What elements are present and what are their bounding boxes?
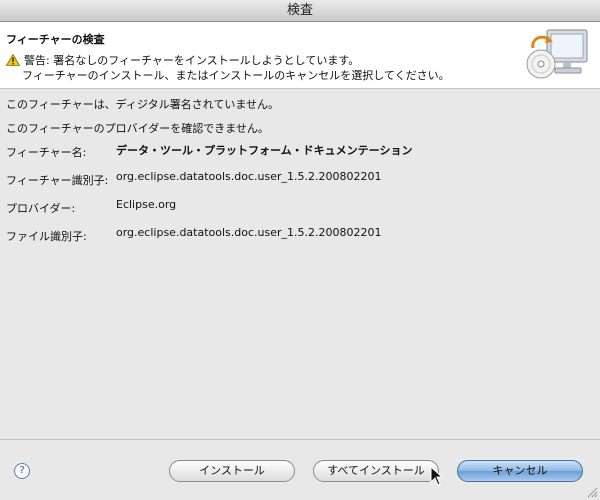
warning-icon: [6, 54, 20, 66]
file-id-value: org.eclipse.datatools.doc.user_1.5.2.200…: [116, 226, 382, 239]
feature-id-value: org.eclipse.datatools.doc.user_1.5.2.200…: [116, 170, 382, 183]
feature-name-value: データ・ツール・プラットフォーム・ドキュメンテーション: [116, 144, 413, 157]
footer-divider: [0, 439, 600, 440]
warning-line-2: フィーチャーのインストール、またはインストールのキャンセルを選択してください。: [22, 69, 450, 82]
header-title: フィーチャーの検査: [6, 33, 105, 46]
cancel-button[interactable]: キャンセル: [457, 460, 583, 482]
install-button[interactable]: インストール: [169, 460, 295, 482]
help-button[interactable]: ?: [14, 463, 30, 479]
resize-grip-icon[interactable]: [586, 486, 598, 498]
install-all-button[interactable]: すべてインストール: [313, 460, 439, 482]
unsigned-message: このフィーチャーは、ディジタル署名されていません。: [6, 98, 280, 111]
mouse-pointer-icon: [430, 466, 444, 486]
computer-install-icon: [526, 29, 588, 79]
window-title: 検査: [286, 3, 313, 18]
window-titlebar[interactable]: 検査: [0, 0, 600, 22]
file-id-label: ファイル識別子:: [6, 230, 87, 243]
feature-id-label: フィーチャー識別子:: [6, 174, 109, 187]
feature-name-label: フィーチャー名:: [6, 146, 87, 159]
provider-value: Eclipse.org: [116, 198, 177, 211]
warning-line-1: 警告: 署名なしのフィーチャーをインストールしようとしています。: [24, 54, 360, 67]
dialog-header: フィーチャーの検査 警告: 署名なしのフィーチャーをインストールしようとしていま…: [0, 22, 600, 89]
dialog-body: このフィーチャーは、ディジタル署名されていません。 このフィーチャーのプロバイダ…: [0, 89, 600, 439]
provider-label: プロバイダー:: [6, 202, 76, 215]
provider-unverified-message: このフィーチャーのプロバイダーを確認できません。: [6, 122, 269, 135]
